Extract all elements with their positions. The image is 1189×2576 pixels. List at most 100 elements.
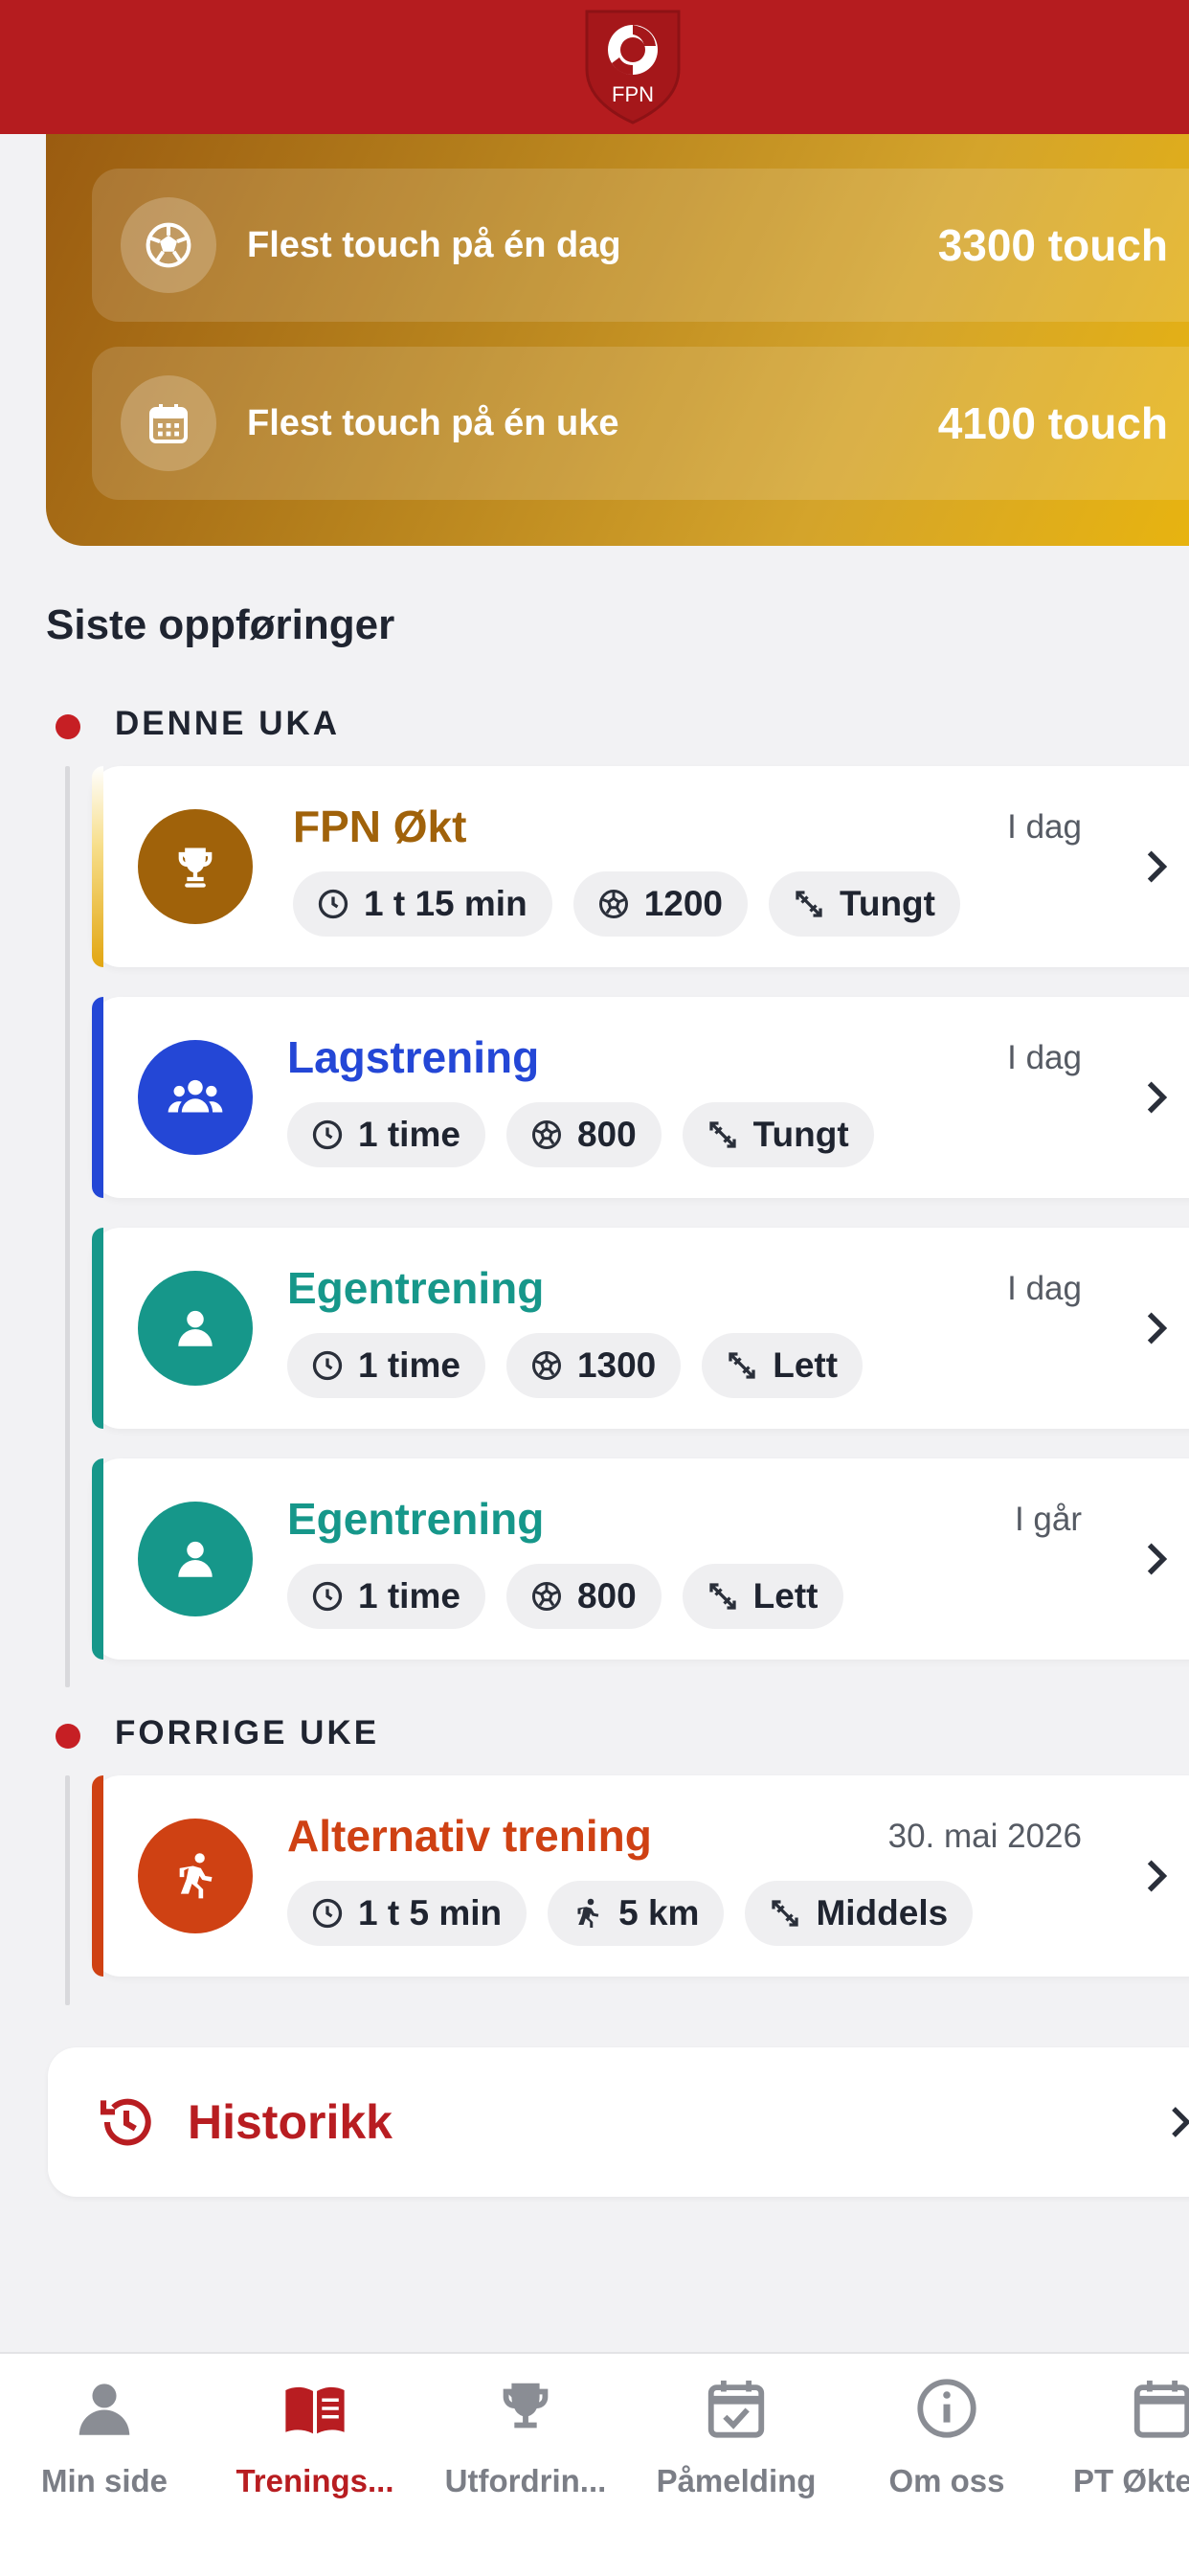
entry-chips: 1 time 1300 Lett (287, 1333, 864, 1398)
chevron-right-icon (1147, 850, 1168, 883)
distance-chip: 5 km (548, 1881, 725, 1946)
chevron-right-icon (1147, 1860, 1168, 1892)
trophy-icon (503, 2383, 549, 2429)
timeline-line (65, 1775, 70, 2005)
clock-icon (312, 1898, 343, 1929)
chevron-right-icon (1147, 1312, 1168, 1344)
history-label: Historikk (188, 2095, 393, 2149)
touch-chip: 1300 (505, 1333, 682, 1398)
intensity-chip: Tungt (682, 1102, 874, 1167)
card-accent-bar (92, 766, 103, 967)
tab-pamelding[interactable]: Påmelding (631, 2375, 841, 2499)
intensity-chip: Lett (702, 1333, 864, 1398)
duration-chip: 1 time (287, 1102, 485, 1167)
chip-text: 1 t 15 min (364, 884, 527, 923)
stat-label: Flest touch på én uke (247, 403, 619, 443)
timeline-line (65, 766, 70, 1687)
entry-date: I går (1014, 1501, 1082, 1538)
runner-icon (138, 1819, 253, 1933)
chip-text: 1 t 5 min (358, 1893, 503, 1932)
entry-card-egentrening[interactable]: Egentrening I går 1 time 800 Lett (92, 1458, 1189, 1660)
card-accent-bar (92, 1775, 103, 1977)
stat-row-most-touch-week: Flest touch på én uke 4100 touch (92, 347, 1189, 500)
chip-text: Tungt (840, 884, 935, 923)
trophy-icon (138, 809, 253, 924)
entry-date: I dag (1007, 1270, 1082, 1307)
entry-date: I dag (1007, 1039, 1082, 1076)
clock-icon (312, 1581, 343, 1612)
ball-icon (531, 1351, 561, 1380)
group-icon (138, 1040, 253, 1155)
history-button[interactable]: Historikk (48, 2047, 1189, 2197)
calendar-check-icon (707, 2380, 765, 2438)
entry-title: Egentrening (287, 1263, 545, 1313)
touch-chip: 1200 (572, 871, 748, 937)
tab-label: Min side (40, 2463, 168, 2498)
entry-title: Lagstrening (287, 1032, 540, 1082)
card-accent-bar (92, 997, 103, 1198)
entry-chips: 1 time 800 Lett (287, 1564, 843, 1629)
entry-card-lagstrening[interactable]: Lagstrening I dag 1 time 800 Tungt (92, 997, 1189, 1198)
touch-chip: 800 (505, 1564, 662, 1629)
ball-icon (531, 1582, 561, 1611)
chevron-right-icon (1172, 2107, 1189, 2137)
entry-title: Egentrening (287, 1494, 545, 1544)
tab-om-oss[interactable]: Om oss (841, 2375, 1052, 2499)
info-icon (917, 2379, 976, 2438)
person-icon (138, 1271, 253, 1386)
card-accent-bar (92, 1458, 103, 1660)
touch-chip: 800 (505, 1102, 662, 1167)
tab-utfordringer[interactable]: Utfordrin... (420, 2375, 631, 2499)
tab-label: Om oss (888, 2463, 1005, 2498)
soccer-ball-icon (121, 197, 216, 293)
intensity-icon (796, 891, 822, 917)
entry-date: 30. mai 2026 (887, 1818, 1082, 1855)
stat-label: Flest touch på én dag (247, 225, 621, 265)
stat-value: 3300 touch (937, 220, 1168, 270)
tab-pt-okter[interactable]: PT Økter (1052, 2375, 1189, 2499)
duration-chip: 1 t 5 min (287, 1881, 527, 1946)
ball-icon (531, 1120, 561, 1149)
group-dot (56, 1724, 80, 1749)
chip-text: 1 time (358, 1115, 460, 1154)
group-dot (56, 714, 80, 739)
bottom-tab-bar: Min side Trenings... Utfordrin... Påmeld… (0, 2352, 1189, 2576)
stat-value: 4100 touch (937, 398, 1168, 448)
tab-label: PT Økter (1073, 2463, 1189, 2498)
group-label: FORRIGE UKE (115, 1714, 380, 1751)
entry-card-alternativ-trening[interactable]: Alternativ trening 30. mai 2026 1 t 5 mi… (92, 1775, 1189, 1977)
stats-panel: Flest touch på én dag 3300 touch Flest t… (46, 115, 1189, 546)
intensity-icon (729, 1352, 755, 1379)
intensity-chip: Lett (682, 1564, 843, 1629)
duration-chip: 1 time (287, 1333, 485, 1398)
entry-title: FPN Økt (293, 802, 467, 851)
tab-label: Trenings... (236, 2463, 394, 2498)
entry-card-egentrening[interactable]: Egentrening I dag 1 time 1300 Lett (92, 1228, 1189, 1429)
chip-text: 800 (576, 1115, 637, 1154)
entry-chips: 1 time 800 Tungt (287, 1102, 874, 1167)
runner-icon (577, 1898, 599, 1928)
entry-title: Alternativ trening (287, 1811, 652, 1861)
svg-text:FPN: FPN (612, 82, 654, 106)
intensity-icon (709, 1583, 736, 1610)
tab-min-side[interactable]: Min side (0, 2375, 210, 2499)
app-header: FPN (0, 0, 1189, 134)
tab-trenings[interactable]: Trenings... (210, 2375, 420, 2499)
entry-chips: 1 t 15 min 1200 Tungt (293, 871, 960, 937)
person-icon (138, 1502, 253, 1616)
duration-chip: 1 time (287, 1564, 485, 1629)
chip-text: 800 (576, 1576, 637, 1616)
chevron-right-icon (1147, 1081, 1168, 1114)
duration-chip: 1 t 15 min (293, 871, 552, 937)
history-icon (100, 2098, 151, 2146)
intensity-chip: Tungt (769, 871, 960, 937)
entry-date: I dag (1007, 808, 1082, 846)
book-icon (285, 2386, 345, 2434)
stat-row-most-touch-day: Flest touch på én dag 3300 touch (92, 169, 1189, 322)
chip-text: Tungt (752, 1115, 849, 1154)
fpn-logo: FPN (585, 10, 681, 124)
clock-icon (312, 1350, 343, 1381)
intensity-chip: Middels (745, 1881, 974, 1946)
entry-card-fpn-okt[interactable]: FPN Økt I dag 1 t 15 min 1200 Tungt (92, 766, 1189, 967)
chip-text: 1 time (358, 1576, 460, 1616)
